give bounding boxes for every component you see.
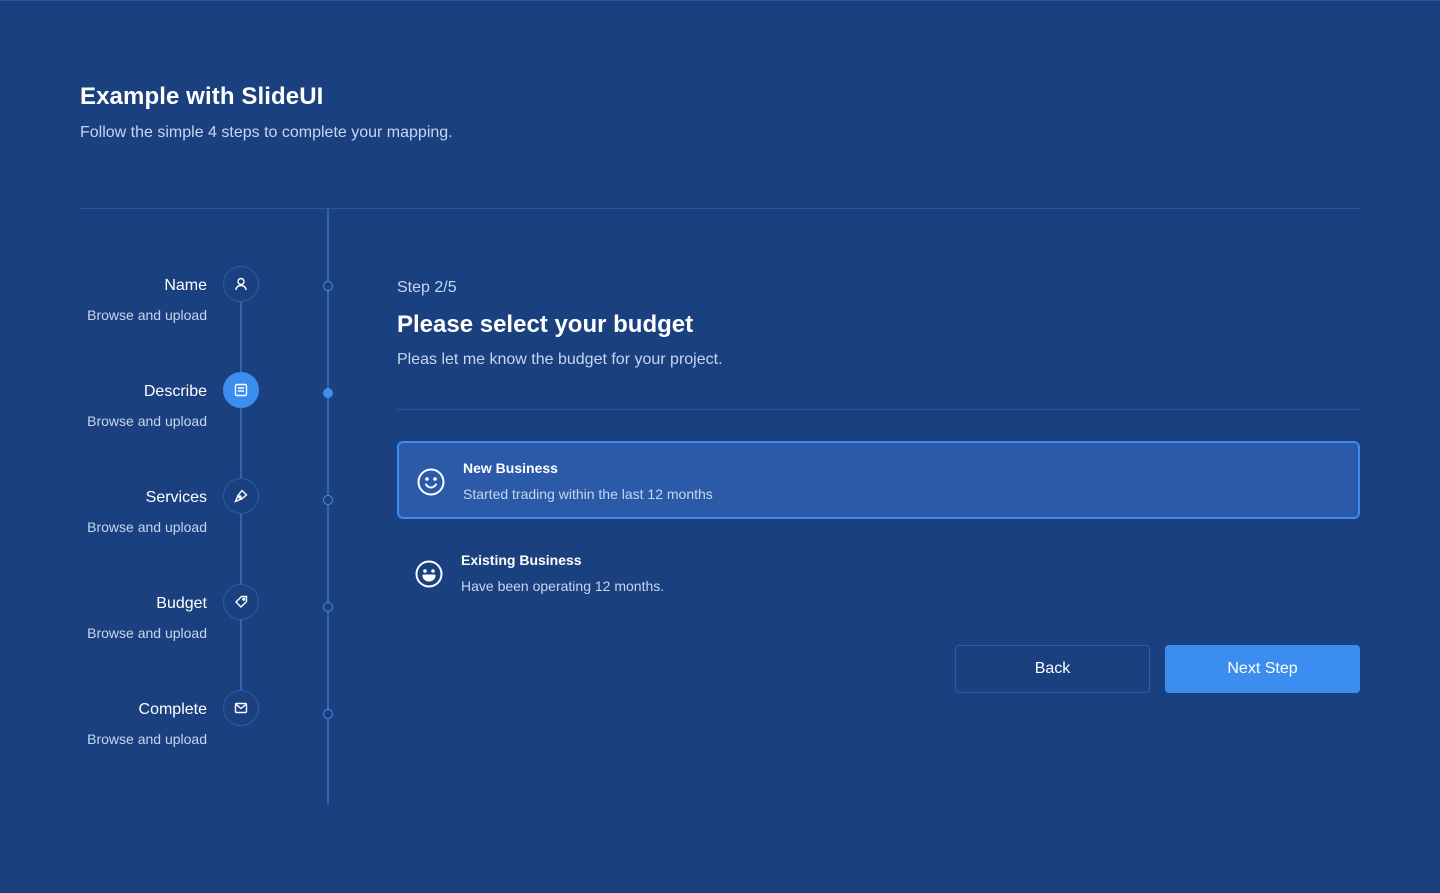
step-description: Browse and upload <box>87 519 207 535</box>
progress-dot-1 <box>323 281 333 291</box>
form-panel: Step 2/5 Please select your budget Pleas… <box>397 279 1360 369</box>
step-label: Budget <box>156 595 207 612</box>
step-description: Browse and upload <box>87 731 207 747</box>
step-description: Browse and upload <box>87 625 207 641</box>
header-divider <box>80 208 1360 209</box>
laugh-icon <box>415 560 443 588</box>
progress-dot-5 <box>323 709 333 719</box>
option-title: New Business <box>463 460 558 476</box>
budget-option-existing-business[interactable]: Existing Business Have been operating 12… <box>397 535 1360 613</box>
step-item-budget[interactable]: Budget Browse and upload <box>80 584 260 655</box>
step-label: Complete <box>138 701 207 718</box>
step-item-services[interactable]: Services Browse and upload <box>80 478 260 549</box>
step-item-describe[interactable]: Describe Browse and upload <box>80 372 260 443</box>
step-item-name[interactable]: Name Browse and upload <box>80 266 260 337</box>
stepper-page: Example with SlideUI Follow the simple 4… <box>0 0 1440 893</box>
page-subtitle: Follow the simple 4 steps to complete yo… <box>80 124 453 141</box>
next-step-button[interactable]: Next Step <box>1165 645 1360 693</box>
progress-dot-2 <box>323 388 333 398</box>
step-label: Describe <box>143 383 207 400</box>
smile-icon <box>417 468 445 496</box>
step-description: Browse and upload <box>87 413 207 429</box>
pen-tool-icon <box>223 478 259 514</box>
option-description: Started trading within the last 12 month… <box>463 486 713 502</box>
progress-dot-4 <box>323 602 333 612</box>
budget-option-new-business[interactable]: New Business Started trading within the … <box>397 441 1360 519</box>
tag-icon <box>223 584 259 620</box>
step-label: Services <box>145 489 207 506</box>
mail-icon <box>223 690 259 726</box>
step-item-complete[interactable]: Complete Browse and upload <box>80 690 260 761</box>
progress-dot-3 <box>323 495 333 505</box>
page-title: Example with SlideUI <box>80 83 324 110</box>
step-label: Name <box>164 277 207 294</box>
form-divider <box>397 409 1360 410</box>
form-subtitle: Pleas let me know the budget for your pr… <box>397 351 723 368</box>
document-icon <box>223 372 259 408</box>
back-button[interactable]: Back <box>955 645 1150 693</box>
step-counter: Step 2/5 <box>397 279 457 296</box>
option-title: Existing Business <box>461 552 582 568</box>
step-description: Browse and upload <box>87 307 207 323</box>
form-title: Please select your budget <box>397 311 694 338</box>
user-icon <box>223 266 259 302</box>
option-description: Have been operating 12 months. <box>461 578 665 594</box>
